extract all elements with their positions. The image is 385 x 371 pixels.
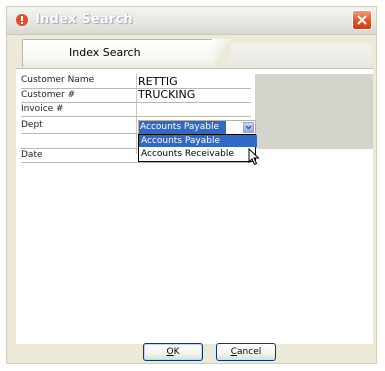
row-divider: [21, 102, 251, 103]
dept-dropdown-list: Accounts Payable Accounts Receivable: [138, 134, 257, 162]
column-divider: [136, 74, 137, 154]
ok-mnemonic: O: [166, 347, 174, 357]
field-label: Customer Name: [21, 75, 95, 85]
tab-index-search[interactable]: Index Search: [22, 39, 230, 67]
title-bar: Index Search: [7, 7, 376, 35]
tab-strip-background: [222, 43, 372, 67]
field-label: Dept: [21, 120, 43, 130]
ok-button[interactable]: OK: [143, 343, 203, 361]
dept-select-value: Accounts Payable: [139, 121, 226, 134]
dept-option-accounts-receivable[interactable]: Accounts Receivable: [139, 148, 257, 160]
search-form-panel: Customer Name RETTIG TRUCKING Customer #…: [16, 68, 373, 344]
field-label: Invoice #: [21, 104, 64, 114]
dept-select[interactable]: Accounts Payable: [138, 120, 256, 135]
app-icon: [16, 14, 28, 26]
row-divider: [21, 88, 251, 89]
chevron-down-icon: [245, 125, 252, 130]
field-label: Date: [21, 150, 43, 160]
dept-option-accounts-payable[interactable]: Accounts Payable: [139, 135, 257, 147]
dropdown-arrow-button[interactable]: [243, 122, 254, 133]
tab-strip: Index Search: [7, 35, 376, 68]
index-search-dialog: Index Search Index Search Customer Name …: [6, 6, 377, 364]
row-divider: [21, 116, 251, 117]
ok-label-rest: K: [173, 347, 180, 357]
row-divider: [21, 162, 251, 163]
cancel-label-rest: ancel: [237, 347, 262, 357]
close-icon: [357, 15, 367, 25]
close-button[interactable]: [352, 10, 372, 30]
grid-shaded-area: [255, 74, 373, 149]
cancel-button[interactable]: Cancel: [216, 343, 276, 361]
mouse-cursor-icon: [248, 148, 260, 166]
field-label: Customer #: [21, 90, 76, 100]
window-title: Index Search: [35, 12, 133, 27]
tab-label: Index Search: [69, 46, 141, 59]
